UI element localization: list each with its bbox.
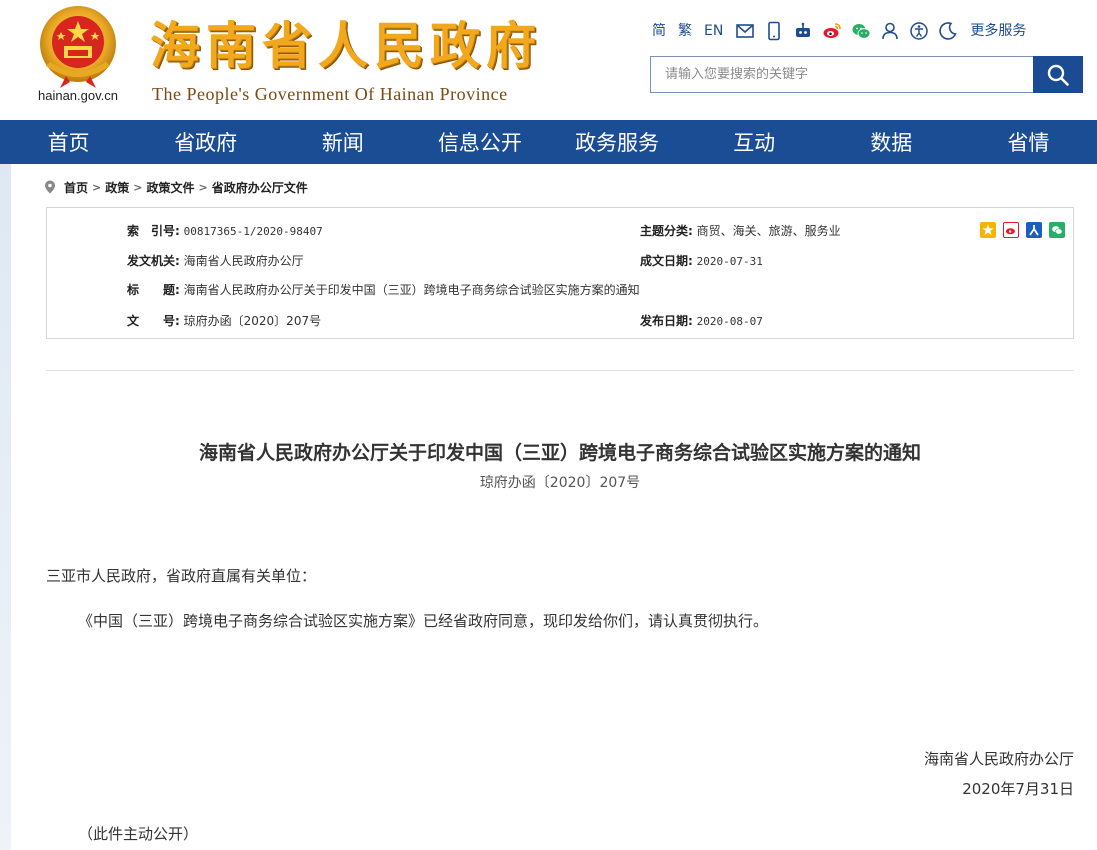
search-bar bbox=[650, 56, 1083, 93]
left-decorative-strip bbox=[0, 164, 11, 850]
site-subtitle: The People's Government Of Hainan Provin… bbox=[152, 84, 508, 104]
breadcrumb-policy[interactable]: 政策 bbox=[105, 179, 129, 196]
nav-item-interaction[interactable]: 互动 bbox=[686, 120, 823, 164]
share-icons bbox=[980, 222, 1072, 238]
meta-doc-number: 文 号: 琼府办函〔2020〕207号 bbox=[127, 312, 321, 329]
nav-item-news[interactable]: 新闻 bbox=[274, 120, 411, 164]
nav-item-government-services[interactable]: 政务服务 bbox=[549, 120, 686, 164]
nav-item-province-overview[interactable]: 省情 bbox=[960, 120, 1097, 164]
weibo-share-icon[interactable] bbox=[1003, 222, 1019, 238]
article-date: 2020年7月31日 bbox=[962, 780, 1074, 798]
meta-created-label: 成文日期: bbox=[640, 254, 693, 268]
article-doc-number: 琼府办函〔2020〕207号 bbox=[479, 475, 641, 491]
meta-issuer-value: 海南省人民政府办公厅 bbox=[183, 254, 304, 268]
site-header: hainan.gov.cn 海南省人民政府 The People's Gover… bbox=[0, 0, 1097, 120]
meta-topic: 主题分类: 商贸、海关、旅游、服务业 bbox=[640, 222, 841, 239]
site-title[interactable]: 海南省人民政府 bbox=[150, 16, 542, 76]
accessibility-icon[interactable] bbox=[909, 21, 929, 41]
meta-published-label: 发布日期: bbox=[640, 314, 693, 328]
meta-title: 标 题: 海南省人民政府办公厅关于印发中国（三亚）跨境电子商务综合试验区实施方案… bbox=[127, 281, 640, 298]
section-divider bbox=[46, 370, 1074, 371]
document-metadata-box: 索 引号: 00817365-1/2020-98407 主题分类: 商贸、海关、… bbox=[46, 207, 1074, 339]
meta-index: 索 引号: 00817365-1/2020-98407 bbox=[127, 222, 323, 239]
meta-published-date: 发布日期: 2020-08-07 bbox=[640, 312, 763, 329]
article-body-paragraph: 《中国（三亚）跨境电子商务综合试验区实施方案》已经省政府同意，现印发给你们，请认… bbox=[78, 612, 769, 630]
meta-published-value: 2020-08-07 bbox=[696, 315, 763, 328]
nav-item-data[interactable]: 数据 bbox=[823, 120, 960, 164]
mail-icon[interactable] bbox=[735, 21, 755, 41]
header-tools: 简 繁 EN 更多服务 bbox=[652, 20, 1026, 42]
simplified-chinese-link[interactable]: 简 bbox=[652, 20, 666, 42]
breadcrumb: 首页 > 政策 > 政策文件 > 省政府办公厅文件 bbox=[44, 178, 308, 196]
location-pin-icon bbox=[44, 180, 56, 194]
meta-topic-label: 主题分类: bbox=[640, 224, 693, 238]
mobile-icon[interactable] bbox=[764, 21, 784, 41]
breadcrumb-home[interactable]: 首页 bbox=[64, 179, 88, 196]
site-domain: hainan.gov.cn bbox=[38, 88, 118, 103]
breadcrumb-policy-documents[interactable]: 政策文件 bbox=[146, 179, 194, 196]
renren-share-icon[interactable] bbox=[1026, 222, 1042, 238]
article-recipient: 三亚市人民政府，省政府直属有关单位： bbox=[46, 567, 317, 585]
search-button[interactable] bbox=[1033, 56, 1083, 93]
article-title: 海南省人民政府办公厅关于印发中国（三亚）跨境电子商务综合试验区实施方案的通知 bbox=[198, 442, 921, 464]
meta-index-label: 索 引号: bbox=[127, 224, 180, 238]
meta-title-label: 标 题: bbox=[127, 283, 180, 297]
care-mode-icon[interactable] bbox=[938, 21, 958, 41]
more-services-link[interactable]: 更多服务 bbox=[970, 20, 1026, 42]
meta-created-value: 2020-07-31 bbox=[696, 255, 763, 268]
wechat-icon[interactable] bbox=[851, 21, 871, 41]
meta-docno-label: 文 号: bbox=[127, 314, 180, 328]
breadcrumb-office-documents[interactable]: 省政府办公厅文件 bbox=[212, 179, 308, 196]
weibo-icon[interactable] bbox=[822, 21, 842, 41]
nav-item-home[interactable]: 首页 bbox=[0, 120, 137, 164]
article-issuer: 海南省人民政府办公厅 bbox=[923, 750, 1074, 768]
article-public-note: （此件主动公开） bbox=[78, 825, 199, 843]
search-input[interactable] bbox=[650, 56, 1033, 93]
meta-title-value: 海南省人民政府办公厅关于印发中国（三亚）跨境电子商务综合试验区实施方案的通知 bbox=[183, 283, 640, 297]
search-icon bbox=[1046, 63, 1070, 87]
meta-topic-value: 商贸、海关、旅游、服务业 bbox=[696, 224, 841, 238]
meta-docno-value: 琼府办函〔2020〕207号 bbox=[183, 314, 322, 328]
english-link[interactable]: EN bbox=[704, 20, 723, 42]
meta-issuer: 发文机关: 海南省人民政府办公厅 bbox=[127, 252, 304, 269]
meta-index-value: 00817365-1/2020-98407 bbox=[183, 225, 323, 238]
wechat-share-icon[interactable] bbox=[1049, 222, 1065, 238]
traditional-chinese-link[interactable]: 繁 bbox=[678, 20, 692, 42]
breadcrumb-separator: > bbox=[198, 180, 208, 194]
breadcrumb-separator: > bbox=[133, 180, 143, 194]
meta-issuer-label: 发文机关: bbox=[127, 254, 180, 268]
meta-created-date: 成文日期: 2020-07-31 bbox=[640, 252, 763, 269]
national-emblem-icon[interactable] bbox=[36, 4, 120, 90]
qzone-share-icon[interactable] bbox=[980, 222, 996, 238]
nav-item-provincial-government[interactable]: 省政府 bbox=[137, 120, 274, 164]
nav-item-information-disclosure[interactable]: 信息公开 bbox=[411, 120, 548, 164]
user-icon[interactable] bbox=[880, 21, 900, 41]
main-nav: 首页 省政府 新闻 信息公开 政务服务 互动 数据 省情 bbox=[0, 120, 1097, 164]
robot-icon[interactable] bbox=[793, 21, 813, 41]
breadcrumb-separator: > bbox=[92, 180, 102, 194]
